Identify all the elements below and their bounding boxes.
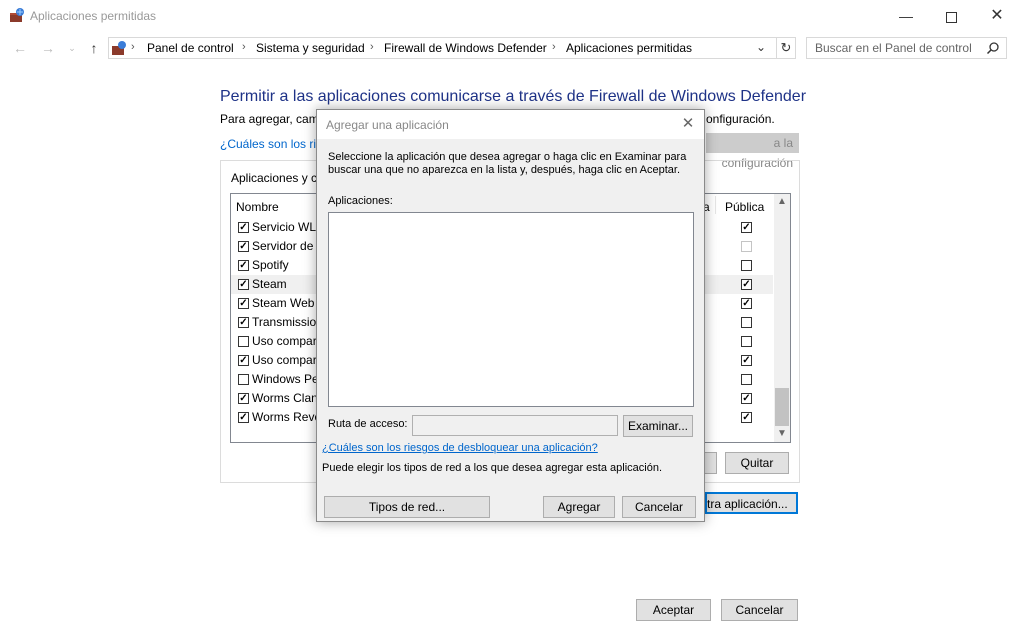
chevron-right-icon: › bbox=[131, 41, 135, 53]
enabled-checkbox[interactable]: ✓ bbox=[238, 412, 249, 423]
app-name: Windows Pe bbox=[252, 372, 319, 386]
close-icon[interactable]: ✕ bbox=[974, 0, 1020, 32]
change-settings-button[interactable]: a la configuración bbox=[706, 133, 799, 170]
control-panel-icon bbox=[111, 40, 127, 56]
public-checkbox[interactable]: ✓ bbox=[741, 298, 752, 309]
app-name: Transmission bbox=[252, 315, 323, 329]
public-checkbox[interactable] bbox=[741, 374, 752, 385]
public-checkbox[interactable]: ✓ bbox=[741, 279, 752, 290]
cancel-button[interactable]: Cancelar bbox=[721, 599, 798, 621]
risk-link[interactable]: ¿Cuáles son los ries bbox=[220, 137, 329, 151]
up-icon[interactable]: ↑ bbox=[84, 38, 104, 58]
app-name: Worms Revo bbox=[252, 410, 322, 424]
breadcrumb-firewall[interactable]: Firewall de Windows Defender bbox=[384, 41, 547, 55]
allow-other-app-button[interactable]: tra aplicación... bbox=[705, 492, 798, 514]
chevron-right-icon: › bbox=[370, 41, 374, 53]
breadcrumb-allowed-apps[interactable]: Aplicaciones permitidas bbox=[566, 41, 692, 55]
app-name: Steam bbox=[252, 277, 287, 291]
page-description-end: onfiguración. bbox=[706, 112, 775, 126]
page-description: Para agregar, camb bbox=[220, 112, 326, 126]
public-checkbox[interactable]: ✓ bbox=[741, 393, 752, 404]
public-checkbox[interactable] bbox=[741, 260, 752, 271]
dialog-cancel-button[interactable]: Cancelar bbox=[622, 496, 696, 518]
chevron-right-icon: › bbox=[552, 41, 556, 53]
details-button[interactable] bbox=[705, 452, 717, 474]
group-label: Aplicaciones y c bbox=[231, 171, 318, 185]
public-checkbox[interactable] bbox=[741, 317, 752, 328]
search-icon[interactable] bbox=[986, 41, 1000, 55]
app-name: Servidor de p bbox=[252, 239, 324, 253]
enabled-checkbox[interactable] bbox=[238, 374, 249, 385]
search-placeholder: Buscar en el Panel de control bbox=[815, 41, 972, 55]
public-checkbox[interactable]: ✓ bbox=[741, 355, 752, 366]
window-title: Aplicaciones permitidas bbox=[30, 9, 157, 23]
enabled-checkbox[interactable]: ✓ bbox=[238, 393, 249, 404]
enabled-checkbox[interactable]: ✓ bbox=[238, 241, 249, 252]
enabled-checkbox[interactable]: ✓ bbox=[238, 355, 249, 366]
ok-button[interactable]: Aceptar bbox=[636, 599, 711, 621]
app-name: Worms Clan bbox=[252, 391, 318, 405]
dialog-instruction-line2: buscar una que no aparezca en la lista y… bbox=[328, 164, 681, 176]
page-title: Permitir a las aplicaciones comunicarse … bbox=[220, 88, 807, 105]
app-name: Servicio WLA bbox=[252, 220, 325, 234]
scroll-down-icon[interactable]: ▼ bbox=[777, 428, 787, 439]
dialog-close-icon[interactable]: ✕ bbox=[678, 115, 698, 133]
column-header-name[interactable]: Nombre bbox=[236, 200, 279, 214]
add-button[interactable]: Agregar bbox=[543, 496, 615, 518]
network-types-button[interactable]: Tipos de red... bbox=[324, 496, 490, 518]
enabled-checkbox[interactable] bbox=[238, 336, 249, 347]
dialog-apps-label: Aplicaciones: bbox=[328, 195, 393, 207]
recent-dropdown-icon[interactable]: ⌄ bbox=[62, 38, 82, 58]
breadcrumb-control-panel[interactable]: Panel de control bbox=[147, 41, 234, 55]
browse-button[interactable]: Examinar... bbox=[623, 415, 693, 437]
dialog-path-input[interactable] bbox=[412, 415, 618, 436]
app-name: Spotify bbox=[252, 258, 289, 272]
firewall-app-icon bbox=[9, 7, 25, 23]
breadcrumb-system-security[interactable]: Sistema y seguridad bbox=[256, 41, 365, 55]
chevron-right-icon: › bbox=[242, 41, 246, 53]
address-dropdown-icon[interactable]: ⌄ bbox=[756, 40, 766, 54]
dialog-path-label: Ruta de acceso: bbox=[328, 418, 408, 430]
public-checkbox[interactable]: ✓ bbox=[741, 222, 752, 233]
back-icon[interactable]: ← bbox=[10, 38, 30, 58]
forward-icon[interactable]: → bbox=[38, 38, 58, 58]
enabled-checkbox[interactable]: ✓ bbox=[238, 317, 249, 328]
public-checkbox[interactable] bbox=[741, 241, 752, 252]
enabled-checkbox[interactable]: ✓ bbox=[238, 260, 249, 271]
public-checkbox[interactable] bbox=[741, 336, 752, 347]
enabled-checkbox[interactable]: ✓ bbox=[238, 279, 249, 290]
public-checkbox[interactable]: ✓ bbox=[741, 412, 752, 423]
app-name: Uso compar bbox=[252, 334, 317, 348]
enabled-checkbox[interactable]: ✓ bbox=[238, 222, 249, 233]
scrollbar-thumb[interactable] bbox=[775, 388, 789, 426]
dialog-title: Agregar una aplicación bbox=[326, 118, 449, 132]
dialog-risk-link[interactable]: ¿Cuáles son los riesgos de desbloquear u… bbox=[322, 442, 598, 454]
dialog-network-text: Puede elegir los tipos de red a los que … bbox=[322, 462, 663, 474]
remove-button[interactable]: Quitar bbox=[725, 452, 789, 474]
app-name: Uso compar bbox=[252, 353, 317, 367]
column-header-public[interactable]: Pública bbox=[725, 200, 764, 214]
dialog-instruction-line1: Seleccione la aplicación que desea agreg… bbox=[328, 151, 687, 163]
column-divider bbox=[715, 196, 716, 214]
refresh-icon[interactable]: ↻ bbox=[776, 38, 795, 58]
dialog-apps-listbox[interactable] bbox=[328, 212, 694, 407]
maximize-icon[interactable] bbox=[928, 0, 974, 32]
scroll-up-icon[interactable]: ▲ bbox=[777, 196, 787, 207]
minimize-icon[interactable]: — bbox=[883, 0, 929, 32]
enabled-checkbox[interactable]: ✓ bbox=[238, 298, 249, 309]
